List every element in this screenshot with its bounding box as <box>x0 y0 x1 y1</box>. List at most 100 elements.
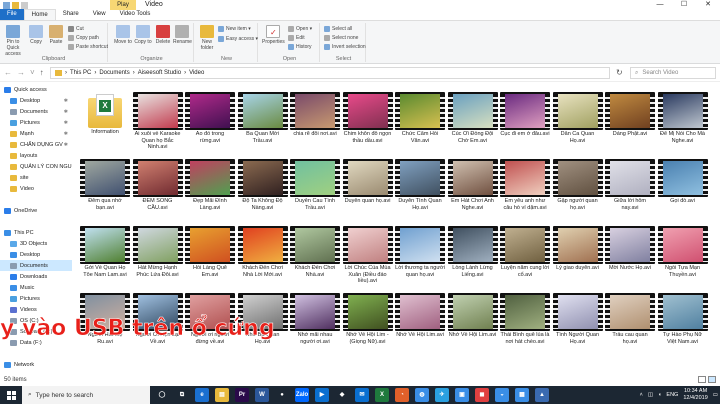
video-file-item[interactable]: Cục đi em ở đâu.avi <box>500 92 550 162</box>
taskbar-app-icon[interactable]: ◯ <box>155 388 169 402</box>
dropdown-icon[interactable] <box>21 1 28 9</box>
network-icon[interactable]: ◫ <box>648 392 653 398</box>
maximize-button[interactable]: ☐ <box>672 0 696 10</box>
breadcrumb-video[interactable]: Video <box>189 70 204 76</box>
taskbar-app-icon[interactable]: Pr <box>235 388 249 402</box>
nav-item[interactable]: This PC <box>0 227 72 238</box>
volume-icon[interactable]: ◖ <box>658 392 661 398</box>
breadcrumb-this-pc[interactable]: This PC <box>70 70 91 76</box>
video-file-item[interactable]: Dân Ca Quan Họ.avi <box>552 92 603 162</box>
details-view-icon[interactable] <box>698 376 706 383</box>
nav-item[interactable]: Desktop ✱ <box>0 95 72 106</box>
video-file-item[interactable]: Dáng Phật.avi <box>605 92 655 162</box>
taskbar-app-icon[interactable]: ✉ <box>355 388 369 402</box>
delete-button[interactable]: Delete <box>154 25 172 45</box>
video-file-item[interactable]: Ngồi Tựa Mạn Thuyền.avi <box>657 226 708 296</box>
taskbar-app-icon[interactable]: ▣ <box>455 388 469 402</box>
recent-chevron-icon[interactable]: ˅ <box>30 68 35 77</box>
tab-video-tools[interactable]: Video Tools <box>113 9 158 20</box>
cut-button[interactable]: Cut <box>68 26 84 32</box>
taskbar-app-icon[interactable]: X <box>375 388 389 402</box>
properties-icon[interactable] <box>3 1 10 9</box>
video-file-item[interactable]: Duyên quan họ.avi <box>342 159 393 229</box>
nav-item[interactable]: Mạnh ✱ <box>0 128 72 139</box>
start-button[interactable] <box>0 386 22 404</box>
taskbar-search[interactable]: ⌕ Type here to search <box>22 386 150 404</box>
video-file-item[interactable]: Độ Ta Không Độ Nàng.avi <box>237 159 288 229</box>
tab-file[interactable]: File <box>0 9 24 20</box>
taskbar-app-icon[interactable]: ⧉ <box>175 388 189 402</box>
copy-path-button[interactable]: Copy path <box>68 35 99 41</box>
nav-item[interactable]: Music <box>0 282 72 293</box>
video-file-item[interactable]: Nhớ Về Hội Lim - (Giọng Nữ).avi <box>342 293 393 363</box>
video-file-item[interactable]: Ai xuôi về Karaoke Quan họ Bắc Ninh.avi <box>132 92 183 162</box>
nav-item[interactable]: Desktop <box>0 249 72 260</box>
easy-access-button[interactable]: Easy access ▾ <box>218 36 258 42</box>
video-file-item[interactable]: Áo đỏ trong rừng.avi <box>185 92 235 162</box>
video-file-item[interactable]: Tình Người Quan Họ.avi <box>552 293 603 363</box>
video-file-item[interactable]: Nhớ Về Hội Lim.avi <box>447 293 498 363</box>
video-file-item[interactable]: Lòng Lành Lừng Liếng.avi <box>447 226 498 296</box>
taskbar-app-icon[interactable]: ◍ <box>415 388 429 402</box>
nav-item[interactable]: site <box>0 172 72 183</box>
paste-shortcut-button[interactable]: Paste shortcut <box>68 44 108 50</box>
nav-item[interactable]: Videos <box>0 304 72 315</box>
video-file-item[interactable]: Lý giao duyên.avi <box>552 226 603 296</box>
taskbar-app-icon[interactable]: ▦ <box>515 388 529 402</box>
clock[interactable]: 10:34 AM 12/4/2019 <box>683 388 707 402</box>
nav-item[interactable]: QUẢN LÝ CON NGU <box>0 161 72 172</box>
video-file-item[interactable]: Giữa lời hôm nay.avi <box>605 159 655 229</box>
taskbar-app-icon[interactable]: ● <box>275 388 289 402</box>
select-none-button[interactable]: Select none <box>324 35 358 41</box>
taskbar-app-icon[interactable]: e <box>195 388 209 402</box>
select-all-button[interactable]: Select all <box>324 26 352 32</box>
video-file-item[interactable]: Lời thương ta người quan họ.avi <box>395 226 445 296</box>
forward-arrow-icon[interactable]: → <box>17 68 25 77</box>
large-icons-view-icon[interactable] <box>708 376 716 383</box>
nav-item[interactable]: Video <box>0 183 72 194</box>
video-file-item[interactable]: Chức Cẩm Hồi Văn.avi <box>395 92 445 162</box>
video-file-item[interactable]: Khách Đến Chơi Nhà.avi <box>290 226 340 296</box>
new-item-button[interactable]: New item ▾ <box>218 26 251 32</box>
breadcrumb-aiseesoft[interactable]: Aiseesoft Studio <box>138 70 181 76</box>
taskbar-app-icon[interactable]: ✈ <box>435 388 449 402</box>
open-button[interactable]: Open ▾ <box>288 26 312 32</box>
taskbar-app-icon[interactable]: ◼ <box>475 388 489 402</box>
new-folder-button[interactable]: New folder <box>198 25 216 51</box>
nav-item[interactable]: Documents ✱ <box>0 106 72 117</box>
paste-button[interactable]: Paste <box>48 25 64 45</box>
breadcrumb-documents[interactable]: Documents <box>99 70 129 76</box>
up-arrow-icon[interactable]: ↑ <box>40 68 44 77</box>
video-file-item[interactable]: chia rẽ đôi nơi.avi <box>290 92 340 162</box>
minimize-button[interactable]: — <box>648 0 672 10</box>
video-file-item[interactable]: Duyên Tình Quan Họ.avi <box>395 159 445 229</box>
close-button[interactable]: ✕ <box>696 0 720 10</box>
nav-item[interactable]: Downloads <box>0 271 72 282</box>
taskbar-app-icon[interactable]: ▲ <box>535 388 549 402</box>
invert-selection-button[interactable]: Invert selection <box>324 44 366 50</box>
search-input[interactable]: ⌕ Search Video <box>630 67 716 79</box>
taskbar-app-icon[interactable]: Zalo <box>295 388 309 402</box>
nav-item[interactable]: Network <box>0 359 72 370</box>
video-file-item[interactable]: Trầu cau quan họ.avi <box>605 293 655 363</box>
video-file-item[interactable]: Cúc Ơi Đồng Đội Chờ Em.avi <box>447 92 498 162</box>
video-file-item[interactable]: Hồi Làng Quê Em.avi <box>185 226 235 296</box>
copy-to-button[interactable]: Copy to <box>134 25 152 45</box>
tab-home[interactable]: Home <box>23 9 56 20</box>
taskbar-app-icon[interactable]: ◆ <box>335 388 349 402</box>
video-file-item[interactable]: Mời Nước Họ.avi <box>605 226 655 296</box>
nav-item[interactable]: Quick access <box>0 84 72 95</box>
nav-item[interactable]: OneDrive <box>0 205 72 216</box>
video-file-item[interactable]: Để Mị Nói Cho Mà Nghe.avi <box>657 92 708 162</box>
video-file-item[interactable]: Nhớ Về Hội Lim.avi <box>395 293 445 363</box>
nav-item[interactable]: Pictures ✱ <box>0 117 72 128</box>
video-file-item[interactable]: Đêm qua nhớ bạn.avi <box>80 159 130 229</box>
video-file-item[interactable]: Hát Mừng Hạnh Phúc Lứa Đôi.avi <box>132 226 183 296</box>
taskbar-app-icon[interactable]: ◔ <box>395 388 409 402</box>
nav-item[interactable]: Pictures <box>0 293 72 304</box>
move-to-button[interactable]: Move to <box>114 25 132 45</box>
folder-item[interactable]: X Information <box>80 92 130 162</box>
properties-button[interactable]: ✓ Properties <box>262 25 285 45</box>
breadcrumb[interactable]: › This PC › Documents › Aiseesoft Studio… <box>50 67 610 79</box>
video-file-item[interactable]: Ba Quan Mời Trầu.avi <box>237 92 288 162</box>
